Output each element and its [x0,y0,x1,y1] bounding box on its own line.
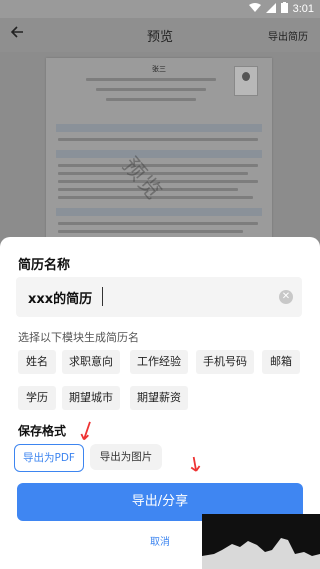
text-caret [102,287,103,306]
app-bar: 预览 导出简历 [0,18,320,52]
module-chip-phone[interactable]: 手机号码 [196,350,254,374]
module-chip-education[interactable]: 学历 [18,386,56,410]
module-chip-expected-city[interactable]: 期望城市 [62,386,120,410]
wifi-icon [248,2,261,16]
resume-text-line [58,222,258,225]
resume-text-line [86,78,216,81]
module-chip-work-experience[interactable]: 工作经验 [130,350,188,374]
signal-icon [265,2,276,16]
resume-section-bar [56,208,262,216]
export-image-option[interactable]: 导出为图片 [90,444,162,470]
export-pdf-option[interactable]: 导出为PDF [14,444,84,472]
resume-text-line [58,138,258,141]
module-chip-name[interactable]: 姓名 [18,350,56,374]
preview-area: 张三 预览 [0,52,320,273]
resume-name-input[interactable]: xxx的简历 ✕ [16,277,302,317]
resume-text-line [106,98,196,101]
resume-name-title: 简历名称 [18,258,71,273]
modules-hint: 选择以下模块生成简历名 [18,331,139,344]
resume-section-bar [56,150,262,158]
module-chip-email[interactable]: 邮箱 [262,350,300,374]
battery-icon [280,2,288,16]
status-time: 3:01 [292,3,314,15]
resume-name-value[interactable]: xxx的简历 [28,288,92,307]
resume-text-line [58,164,258,167]
status-bar: 3:01 [0,0,320,18]
resume-text-line [58,230,243,233]
module-chip-job-intention[interactable]: 求职意向 [62,350,120,374]
module-chip-expected-salary[interactable]: 期望薪资 [130,386,188,410]
resume-text-line [96,88,206,91]
export-resume-button[interactable]: 导出简历 [268,28,308,43]
resume-photo [234,66,258,96]
corner-overlay [202,514,320,569]
resume-section-bar [56,124,262,132]
save-format-title: 保存格式 [18,424,67,438]
clear-circle-icon[interactable]: ✕ [279,290,293,304]
